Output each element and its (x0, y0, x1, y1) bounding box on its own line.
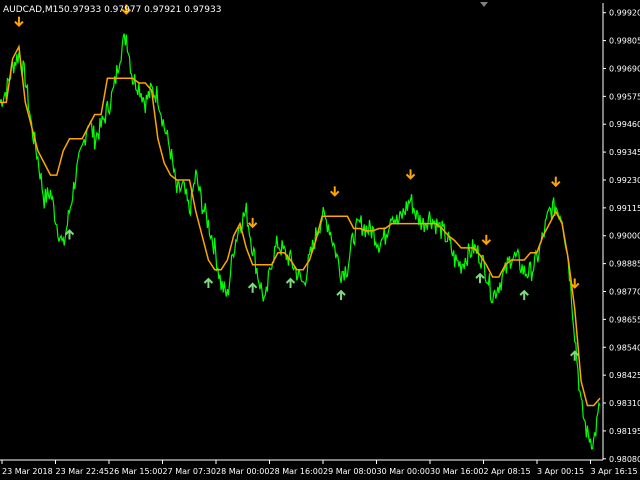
time-tick-label: 23 Mar 2018 (2, 467, 53, 476)
price-tick-label: 0.99115 (609, 204, 640, 213)
price-tick-label: 0.99460 (609, 120, 640, 129)
price-tick-label: 0.98885 (609, 260, 640, 269)
price-tick-label: 0.99000 (609, 232, 640, 241)
price-tick-label: 0.99345 (609, 148, 640, 157)
price-tick-label: 0.98195 (609, 427, 640, 436)
time-tick-label: 23 Mar 22:45 (56, 467, 109, 476)
time-tick-label: 30 Mar 00:00 (377, 467, 430, 476)
time-tick-label: 3 Apr 16:15 (591, 467, 638, 476)
price-tick-label: 0.99230 (609, 176, 640, 185)
time-tick-label: 28 Mar 00:00 (216, 467, 269, 476)
price-tick-label: 0.98770 (609, 288, 640, 297)
time-tick-label: 29 Mar 08:00 (323, 467, 376, 476)
price-tick-label: 0.98310 (609, 399, 640, 408)
price-tick-label: 0.99690 (609, 64, 640, 73)
price-tick-label: 0.98425 (609, 371, 640, 380)
price-tick-label: 0.99920 (609, 9, 640, 18)
ohlc-readout: 0.97933 0.97977 0.97921 0.97933 (64, 5, 221, 15)
time-tick-label: 30 Mar 16:00 (430, 467, 483, 476)
time-tick-label: 2 Apr 08:15 (484, 467, 531, 476)
time-tick-label: 3 Apr 00:15 (537, 467, 584, 476)
time-tick-label: 28 Mar 16:00 (270, 467, 323, 476)
price-tick-label: 0.98540 (609, 343, 640, 352)
price-tick-label: 0.99805 (609, 37, 640, 46)
symbol-timeframe-label: AUDCAD,M15 (3, 5, 64, 15)
price-chart[interactable]: 0.99920 0.99805 0.99690 0.99575 0.99460 0.993… (0, 0, 640, 480)
time-tick-label: 26 Mar 15:00 (109, 467, 162, 476)
time-tick-label: 27 Mar 07:30 (163, 467, 216, 476)
price-tick-label: 0.98080 (609, 455, 640, 464)
chart-background (0, 0, 640, 480)
price-tick-label: 0.98655 (609, 315, 640, 324)
price-tick-label: 0.99575 (609, 92, 640, 101)
